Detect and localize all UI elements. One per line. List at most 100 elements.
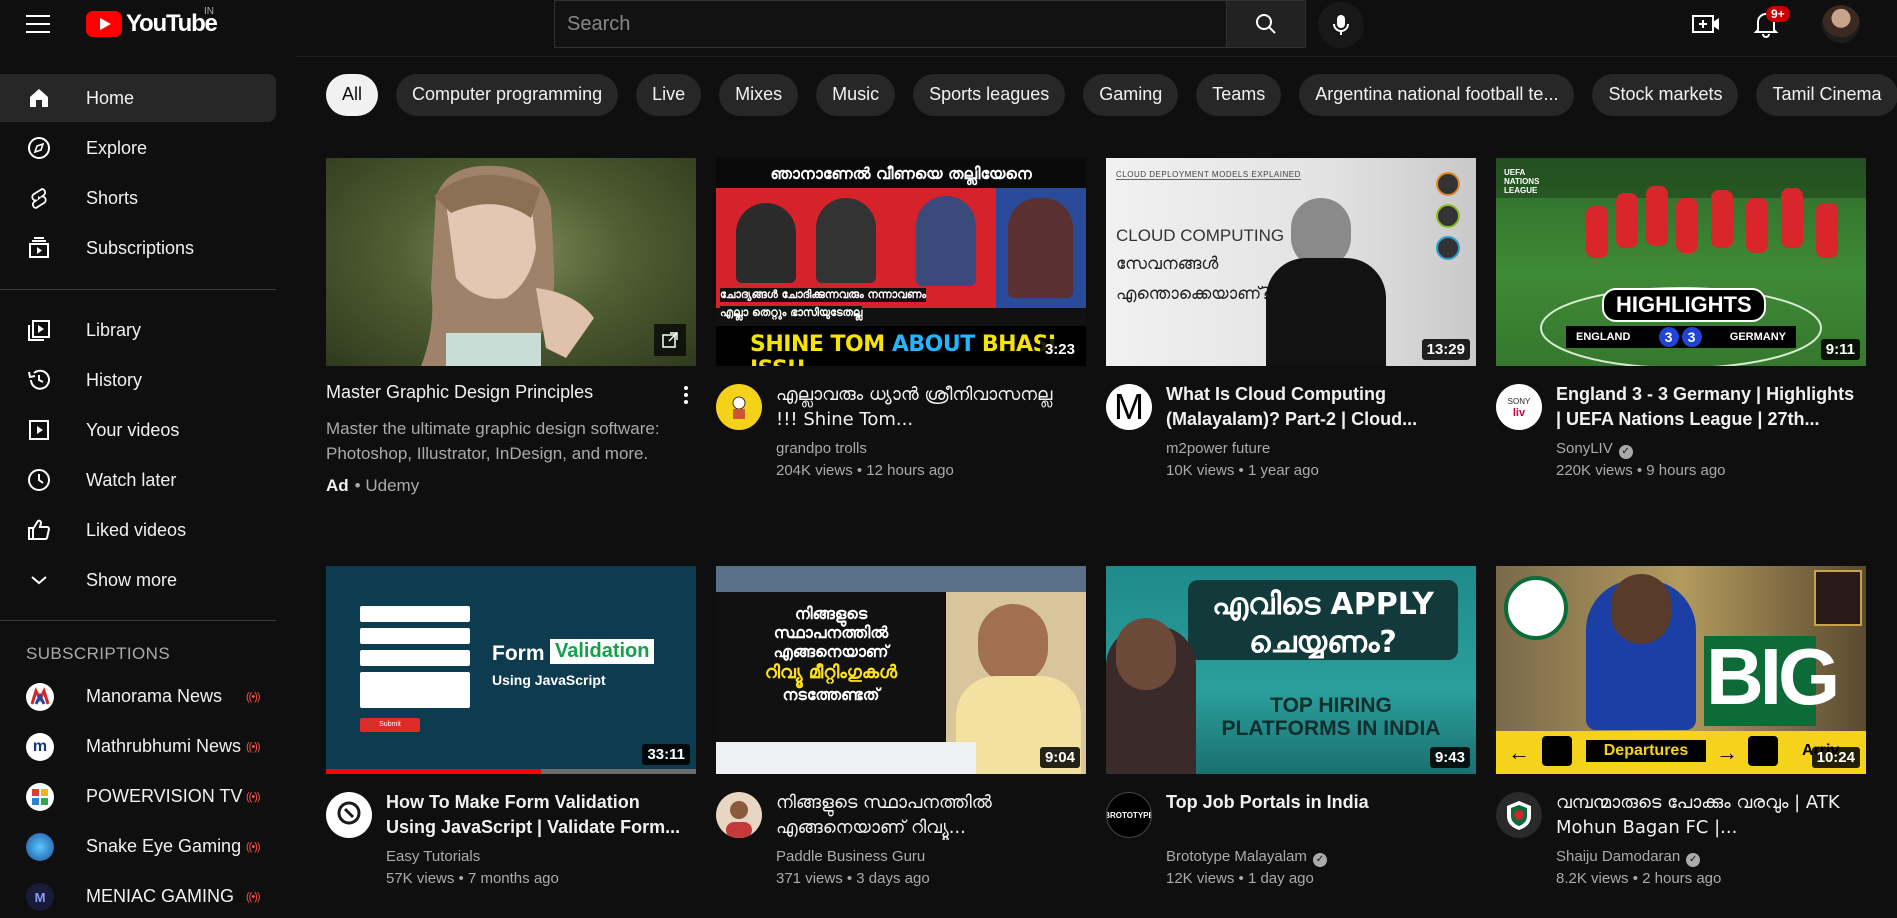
chip-argentina-football[interactable]: Argentina national football te... xyxy=(1299,73,1575,116)
youtube-logo[interactable]: YouTube IN xyxy=(86,6,218,38)
chip-tamil-cinema[interactable]: Tamil Cinema xyxy=(1756,73,1897,116)
sidebar-item-watch-later[interactable]: Watch later xyxy=(0,456,276,504)
video-card: Submit Form Validation Using JavaScript … xyxy=(326,566,696,887)
video-thumbnail[interactable]: ഞാനാണേൽ വീണയെ തല്ലിയേനെ ചോദ്യങ്ങൾ ചോദിക്… xyxy=(716,158,1086,366)
video-duration: 9:11 xyxy=(1820,339,1860,360)
search-icon xyxy=(1256,14,1276,34)
channel-avatar[interactable]: M xyxy=(1106,384,1152,430)
sidebar-item-subscriptions[interactable]: Subscriptions xyxy=(0,224,276,272)
create-video-button[interactable] xyxy=(1688,8,1724,40)
channel-avatar: M xyxy=(26,883,54,911)
channel-name[interactable]: grandpo trolls xyxy=(776,440,867,457)
library-icon xyxy=(26,318,52,342)
thumbnail-text: സേവനങ്ങൾ xyxy=(1116,254,1219,274)
sidebar-item-library[interactable]: Library xyxy=(0,306,276,354)
external-link-icon[interactable] xyxy=(654,324,686,356)
channel-name[interactable]: SonyLIV ✓ xyxy=(1556,440,1633,459)
subscription-snake-eye-gaming[interactable]: Snake Eye Gaming ((•)) xyxy=(0,823,276,871)
video-title[interactable]: Top Job Portals in India xyxy=(1166,790,1466,815)
chip-sports-leagues[interactable]: Sports leagues xyxy=(913,73,1066,116)
sidebar-item-show-more[interactable]: Show more xyxy=(0,556,276,604)
chip-all[interactable]: All xyxy=(326,73,379,116)
chip-music[interactable]: Music xyxy=(816,73,896,116)
history-icon xyxy=(26,368,52,392)
chip-mixes[interactable]: Mixes xyxy=(719,73,799,116)
video-thumbnail[interactable]: എവിടെ APPLY ചെയ്യണം? TOP HIRING PLATFORM… xyxy=(1106,566,1476,774)
channel-avatar[interactable] xyxy=(1496,792,1542,838)
channel-name[interactable]: Brototype Malayalam ✓ xyxy=(1166,848,1327,867)
watch-progress-bar xyxy=(326,769,696,774)
clock-icon xyxy=(26,468,52,492)
video-thumbnail[interactable]: Submit Form Validation Using JavaScript … xyxy=(326,566,696,774)
video-title[interactable]: How To Make Form Validation Using JavaSc… xyxy=(386,790,686,840)
advertiser-name[interactable]: Udemy xyxy=(365,476,419,495)
video-title[interactable]: What Is Cloud Computing (Malayalam)? Par… xyxy=(1166,382,1466,432)
video-thumbnail[interactable]: BIG ← Departures → Arriv 10:24 xyxy=(1496,566,1866,774)
search-box xyxy=(554,0,1306,48)
video-title[interactable]: വമ്പന്മാരുടെ പോക്കും വരവും | ATK Mohun B… xyxy=(1556,790,1856,840)
voice-search-button[interactable] xyxy=(1318,2,1364,48)
search-button[interactable] xyxy=(1226,0,1306,48)
thumbs-up-icon xyxy=(26,518,52,542)
channel-avatar[interactable] xyxy=(326,792,372,838)
channel-avatar[interactable] xyxy=(716,384,762,430)
more-actions-icon[interactable] xyxy=(676,382,696,408)
video-thumbnail[interactable]: നിങ്ങളുടെ സ്ഥാപനത്തിൽ എങ്ങനെയാണ് റിവ്യൂ … xyxy=(716,566,1086,774)
chip-stock-markets[interactable]: Stock markets xyxy=(1592,73,1739,116)
channel-name[interactable]: m2power future xyxy=(1166,440,1270,457)
video-title[interactable]: എല്ലാവരും ധ്യാൻ ശ്രീനിവാസനല്ല !!! Shine … xyxy=(776,382,1076,432)
subscription-meniac-gaming[interactable]: M MENIAC GAMING ((•)) xyxy=(0,873,276,918)
account-avatar[interactable] xyxy=(1822,5,1860,43)
chip-live[interactable]: Live xyxy=(636,73,702,116)
channel-avatar: m xyxy=(26,733,54,761)
video-meta: 204K views • 12 hours ago xyxy=(776,462,954,479)
subscription-label: POWERVISION TV xyxy=(86,786,243,806)
search-input[interactable] xyxy=(554,0,1226,48)
sidebar-item-home[interactable]: Home xyxy=(0,74,276,122)
video-duration: 33:11 xyxy=(642,744,690,765)
sidebar-item-label: Show more xyxy=(86,569,178,590)
channel-name[interactable]: Paddle Business Guru xyxy=(776,848,925,865)
subscription-label: Snake Eye Gaming xyxy=(86,836,242,856)
sidebar: Home Explore Shorts Subscriptions Librar… xyxy=(0,56,296,918)
sidebar-item-shorts[interactable]: Shorts xyxy=(0,174,276,222)
subscription-mathrubhumi-news[interactable]: m Mathrubhumi News ((•)) xyxy=(0,723,276,771)
video-title[interactable]: നിങ്ങളുടെ സ്ഥാപനത്തിൽ എങ്ങനെയാണ് റിവ്യൂ.… xyxy=(776,790,1076,840)
verified-check-icon: ✓ xyxy=(1686,853,1701,867)
channel-avatar[interactable] xyxy=(716,792,762,838)
chip-computer-programming[interactable]: Computer programming xyxy=(396,73,619,116)
thumbnail-text: എല്ലാ തെറ്റും ഭാസിയുടേതല്ല xyxy=(720,306,863,320)
sidebar-item-explore[interactable]: Explore xyxy=(0,124,276,172)
video-thumbnail[interactable]: CLOUD DEPLOYMENT MODELS EXPLAINED CLOUD … xyxy=(1106,158,1476,366)
sidebar-item-liked-videos[interactable]: Liked videos xyxy=(0,506,276,554)
ad-attribution: Ad • Udemy xyxy=(326,476,419,496)
sidebar-item-your-videos[interactable]: Your videos xyxy=(0,406,276,454)
chip-gaming[interactable]: Gaming xyxy=(1083,73,1179,116)
svg-text:liv: liv xyxy=(1513,407,1526,419)
video-thumbnail[interactable]: UEFA NATIONS LEAGUE HIGHLIGHTS ENGLAND 3… xyxy=(1496,158,1866,366)
ad-thumbnail[interactable] xyxy=(326,158,696,366)
video-title[interactable]: England 3 - 3 Germany | Highlights | UEF… xyxy=(1556,382,1856,432)
channel-avatar[interactable]: SONY liv xyxy=(1496,384,1542,430)
video-card: CLOUD DEPLOYMENT MODELS EXPLAINED CLOUD … xyxy=(1106,158,1476,479)
chevron-down-icon xyxy=(26,568,52,592)
channel-avatar[interactable]: BROTOTYPE xyxy=(1106,792,1152,838)
ad-title[interactable]: Master Graphic Design Principles xyxy=(326,382,593,403)
sidebar-item-label: Library xyxy=(86,319,142,340)
subscription-manorama-news[interactable]: Manorama News ((•)) xyxy=(0,673,276,721)
notifications-button[interactable]: 9+ xyxy=(1748,6,1790,40)
thumbnail-text: ചോദ്യങ്ങൾ ചോദിക്കുന്നവരും നന്നാവണം xyxy=(720,288,927,302)
channel-name[interactable]: Shaiju Damodaran ✓ xyxy=(1556,848,1701,867)
subscription-powervision-tv[interactable]: POWERVISION TV ((•)) xyxy=(0,773,276,821)
hamburger-menu-icon[interactable] xyxy=(26,10,56,38)
shorts-icon xyxy=(26,186,52,210)
video-duration: 9:04 xyxy=(1039,747,1080,768)
thumbnail-text: നിങ്ങളുടെ സ്ഥാപനത്തിൽ എങ്ങനെയാണ് റിവ്യൂ … xyxy=(764,604,898,704)
sidebar-item-label: Your videos xyxy=(86,419,180,440)
watch-progress-fill xyxy=(326,769,541,774)
thumbnail-text: എന്തൊക്കെയാണ്? xyxy=(1116,284,1271,304)
channel-name[interactable]: Easy Tutorials xyxy=(386,848,480,865)
chip-teams[interactable]: Teams xyxy=(1196,73,1282,116)
sidebar-item-label: Watch later xyxy=(86,469,177,490)
sidebar-item-history[interactable]: History xyxy=(0,356,276,404)
